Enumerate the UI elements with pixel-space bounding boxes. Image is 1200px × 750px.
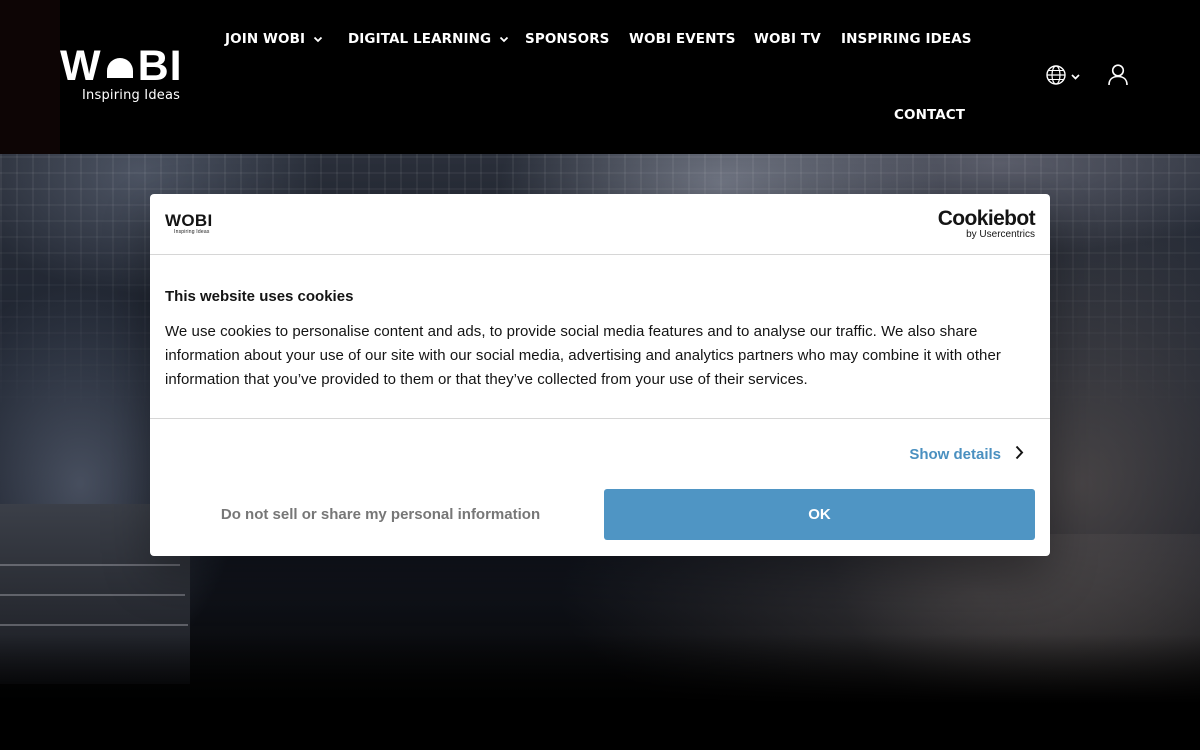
- nav-wobi-events[interactable]: WOBI EVENTS: [629, 31, 736, 47]
- cookiebot-by: by Usercentrics: [966, 229, 1035, 240]
- wobi-logo[interactable]: W BI Inspiring Ideas: [60, 44, 195, 110]
- logo-o-symbol: [103, 49, 137, 83]
- stage-step-line: [0, 624, 188, 626]
- nav-label: DIGITAL LEARNING: [348, 31, 492, 47]
- nav-label: WOBI EVENTS: [629, 31, 736, 47]
- dialog-header: WOBI Inspiring Ideas Cookiebot by Userce…: [150, 194, 1050, 255]
- hero-bottom-fade: [0, 634, 1200, 750]
- stage-step-line: [0, 594, 185, 596]
- logo-bi: BI: [137, 42, 183, 90]
- globe-icon: [1045, 64, 1067, 91]
- chevron-down-icon: [499, 31, 509, 47]
- nav-digital-learning[interactable]: DIGITAL LEARNING: [348, 31, 509, 47]
- do-not-sell-button[interactable]: Do not sell or share my personal informa…: [165, 489, 596, 540]
- nav-contact[interactable]: CONTACT: [894, 107, 965, 123]
- nav-label: SPONSORS: [525, 31, 610, 47]
- user-icon[interactable]: [1107, 63, 1129, 92]
- dialog-divider: [150, 418, 1050, 419]
- language-selector[interactable]: [1045, 64, 1080, 91]
- show-details-label: Show details: [909, 446, 1001, 463]
- dialog-logo-name: WOBI: [165, 211, 213, 230]
- nav-wobi-tv[interactable]: WOBI TV: [754, 31, 821, 47]
- logo-tagline: Inspiring Ideas: [82, 88, 181, 103]
- stage-step-line: [0, 564, 180, 566]
- site-header: W BI Inspiring Ideas JOIN WOBI DIGITAL L…: [0, 0, 1200, 154]
- dialog-title: This website uses cookies: [165, 288, 354, 305]
- header-edge-strip: [0, 0, 60, 154]
- dialog-wobi-logo: WOBI Inspiring Ideas: [165, 212, 212, 235]
- nav-label: CONTACT: [894, 107, 966, 123]
- dialog-text: We use cookies to personalise content an…: [165, 323, 1001, 388]
- nav-label: WOBI TV: [754, 31, 821, 47]
- nav-inspiring-ideas[interactable]: INSPIRING IDEAS: [841, 31, 972, 47]
- dialog-logo-tagline: Inspiring Ideas: [174, 229, 210, 235]
- chevron-right-icon: [1015, 445, 1024, 464]
- logo-wordmark: W BI: [60, 44, 195, 88]
- nav-join-wobi[interactable]: JOIN WOBI: [225, 31, 323, 47]
- logo-w: W: [60, 42, 102, 90]
- ok-button[interactable]: OK: [604, 489, 1035, 540]
- cookiebot-name: Cookiebot: [937, 207, 1036, 230]
- chevron-down-icon: [1071, 67, 1080, 85]
- chevron-down-icon: [313, 31, 323, 47]
- logo-o-shape: [106, 58, 133, 78]
- cookiebot-logo[interactable]: Cookiebot by Usercentrics: [937, 207, 1036, 241]
- nav-label: INSPIRING IDEAS: [841, 31, 972, 47]
- nav-sponsors[interactable]: SPONSORS: [525, 31, 610, 47]
- cookie-consent-dialog: WOBI Inspiring Ideas Cookiebot by Userce…: [150, 194, 1050, 556]
- dialog-body: This website uses cookies We use cookies…: [165, 288, 1035, 392]
- nav-label: JOIN WOBI: [225, 31, 306, 47]
- show-details-link[interactable]: Show details: [909, 445, 1024, 464]
